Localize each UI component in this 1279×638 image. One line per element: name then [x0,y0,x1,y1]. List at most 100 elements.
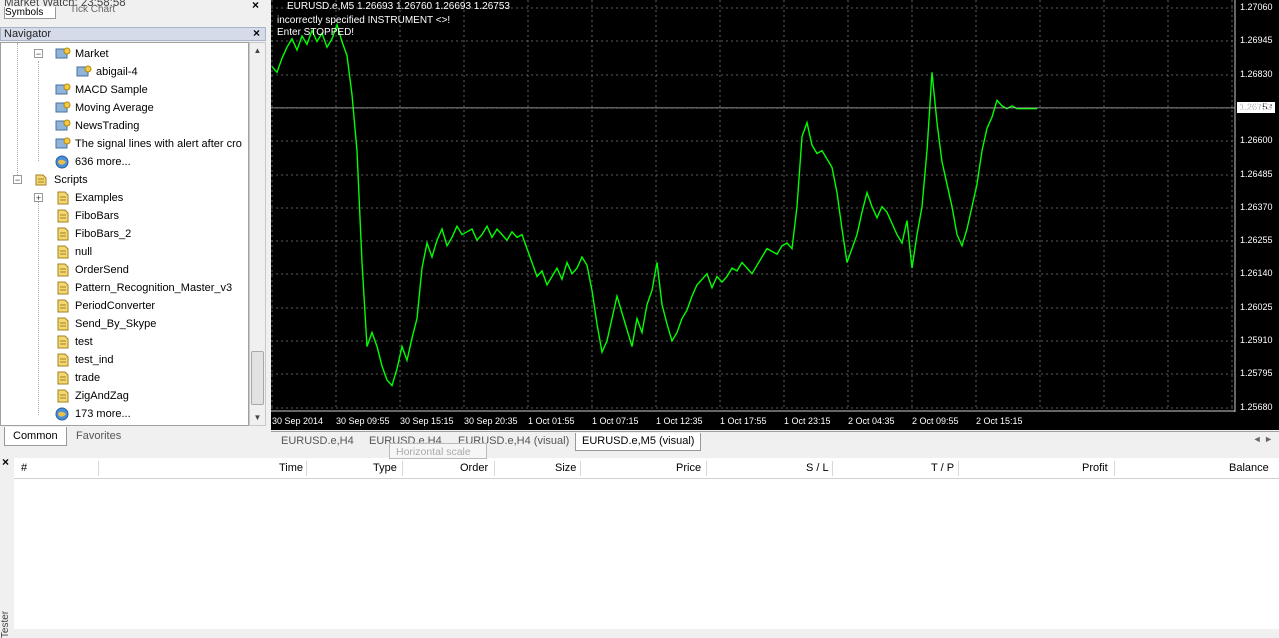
chart-canvas[interactable] [271,0,1279,430]
navigator-tabs: Common Favorites [0,427,266,446]
column-header[interactable]: Profit [1082,462,1108,474]
tree-item[interactable]: null [55,243,92,261]
price-tick-label: 1.26830 [1240,69,1273,79]
scrollbar-thumb[interactable] [251,351,264,405]
tab-favorites[interactable]: Favorites [68,427,129,445]
tree-item-label: Examples [75,192,124,204]
tree-item[interactable]: Pattern_Recognition_Master_v3 [55,279,232,297]
column-header[interactable]: Time [279,462,303,474]
tree-item[interactable]: Examples [55,189,123,207]
column-header[interactable]: S / L [806,462,829,474]
globe-icon [55,155,69,169]
tree-item-label: Pattern_Recognition_Master_v3 [75,282,233,294]
price-chart[interactable] [271,0,1279,430]
chart-info-line: EURUSD.e,M5 1.26693 1.26760 1.26693 1.26… [287,1,510,12]
expert-icon [55,119,71,131]
navigator-title: Navigator [4,28,52,40]
time-tick-label: 2 Oct 04:35 [848,416,895,426]
collapse-icon[interactable]: − [34,49,43,59]
tree-item[interactable]: OrderSend [55,261,129,279]
tree-item-label: trade [75,372,101,384]
tree-item[interactable]: Moving Average [55,99,154,117]
price-series-line [271,22,1037,388]
column-header[interactable]: Price [676,462,701,474]
price-tick-label: 1.26370 [1240,202,1273,212]
price-tick-label: 1.25680 [1240,402,1273,412]
script-icon [57,317,69,331]
close-icon[interactable]: × [252,0,259,12]
time-tick-label: 2 Oct 09:55 [912,416,959,426]
tab-scroll-icon[interactable]: ◄ ► [1253,434,1273,444]
tree-item[interactable]: 636 more... [55,153,131,171]
tree-item-label: FiboBars [75,210,120,222]
tree-item[interactable]: The signal lines with alert after cro [55,135,242,153]
close-icon[interactable]: × [2,455,9,469]
script-icon [57,191,69,205]
script-icon [57,245,69,259]
price-tick-label: 1.25795 [1240,368,1273,378]
script-icon [57,209,69,223]
collapse-icon[interactable]: − [13,175,22,185]
tab-tick-chart[interactable]: Tick Chart [70,4,115,15]
column-header[interactable]: # [21,462,27,474]
tree-item-label: FiboBars_2 [75,228,132,240]
column-header[interactable]: Order [460,462,488,474]
results-table-body[interactable] [14,479,1279,629]
navigator-tree: − − + Market abigail-4 MACD Sample Moving A… [0,42,249,426]
column-header[interactable]: Type [373,462,397,474]
price-tick-label: 1.26485 [1240,169,1273,179]
scroll-up-icon[interactable]: ▲ [250,43,265,58]
tree-item-label: test_ind [75,354,114,366]
navigator-scrollbar[interactable]: ▲ ▼ [249,42,266,426]
tree-item[interactable]: Send_By_Skype [55,315,156,333]
tree-item-label: NewsTrading [75,120,140,132]
market-watch-panel: Market Watch: 23:58:58 × Symbols Tick Ch… [0,0,266,19]
tree-item-label: Moving Average [75,102,154,114]
price-tick-label: 1.27060 [1240,2,1273,12]
tree-item-label: 636 more... [75,156,131,168]
tab-symbols[interactable]: Symbols [4,7,56,19]
tree-item[interactable]: 173 more... [55,405,131,423]
tree-item[interactable]: FiboBars_2 [55,225,131,243]
chart-tab[interactable]: EURUSD.e,M5 (visual) [575,433,702,451]
script-icon [57,263,69,277]
tree-item[interactable]: NewsTrading [55,117,139,135]
tree-item[interactable]: Market [55,45,109,63]
tree-item[interactable]: test [55,333,93,351]
time-tick-label: 1 Oct 07:15 [592,416,639,426]
expert-icon [55,83,71,95]
column-header[interactable]: Balance [1229,462,1269,474]
tree-item[interactable]: Scripts [34,171,88,189]
column-header[interactable]: Size [555,462,576,474]
scroll-down-icon[interactable]: ▼ [250,410,265,425]
script-folder-icon [35,174,47,186]
tree-item[interactable]: FiboBars [55,207,119,225]
tree-item[interactable]: ZigAndZag [55,387,129,405]
script-icon [57,353,69,367]
time-tick-label: 2 Oct 15:15 [976,416,1023,426]
close-icon[interactable]: × [253,26,260,40]
tree-item[interactable]: abigail-4 [76,63,138,81]
time-tick-label: 30 Sep 09:55 [336,416,390,426]
script-icon [57,299,69,313]
chart-message: Enter STOPPED! [277,27,355,38]
script-icon [57,371,69,385]
expert-icon [55,47,71,59]
price-tick-label: 1.26140 [1240,268,1273,278]
tree-item-label: ZigAndZag [75,390,129,402]
script-icon [57,281,69,295]
tree-item-label: test [75,336,93,348]
tab-common[interactable]: Common [4,427,67,446]
tree-item-label: Scripts [54,174,88,186]
column-header[interactable]: T / P [931,462,954,474]
chart-tab[interactable]: EURUSD.e,H4 [275,433,360,450]
script-icon [57,389,69,403]
tree-item[interactable]: MACD Sample [55,81,148,99]
tree-item-label: null [75,246,93,258]
tree-item[interactable]: test_ind [55,351,114,369]
tree-item-label: PeriodConverter [75,300,156,312]
tree-item[interactable]: trade [55,369,100,387]
price-tick-label: 1.26600 [1240,135,1273,145]
tree-item[interactable]: PeriodConverter [55,297,155,315]
expand-icon[interactable]: + [34,193,43,203]
